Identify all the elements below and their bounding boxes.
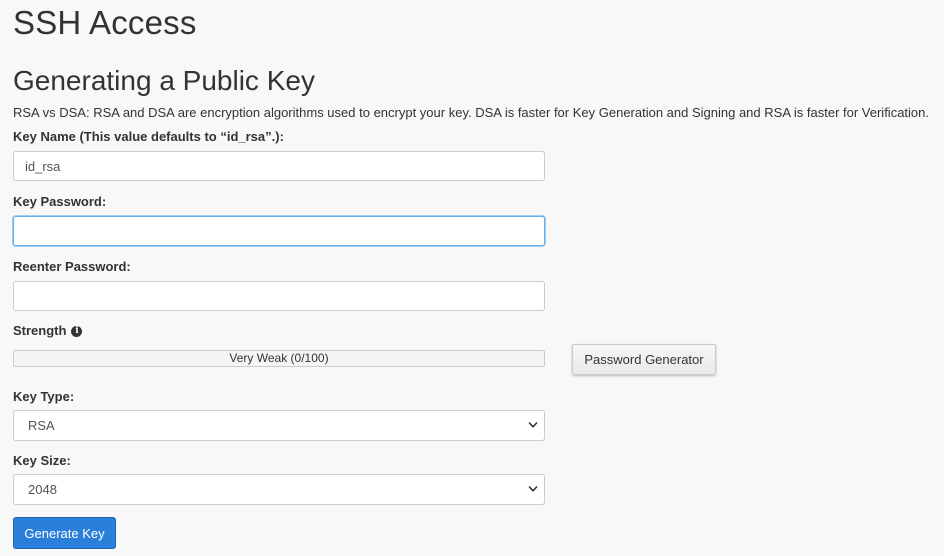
key-size-group: Key Size: 2048	[13, 452, 545, 505]
strength-group: Strength i Very Weak (0/100)	[13, 322, 545, 367]
reenter-password-label: Reenter Password:	[13, 259, 131, 274]
key-type-group: Key Type: RSA	[13, 388, 545, 441]
key-password-group: Key Password:	[13, 193, 545, 246]
key-password-input[interactable]	[13, 216, 545, 246]
strength-meter: Very Weak (0/100)	[13, 350, 545, 367]
key-name-label: Key Name (This value defaults to “id_rsa…	[13, 129, 284, 144]
key-size-label: Key Size:	[13, 453, 71, 468]
key-size-select[interactable]: 2048	[13, 474, 545, 505]
key-type-select[interactable]: RSA	[13, 410, 545, 441]
key-type-selected-value: RSA	[28, 418, 55, 433]
strength-meter-text: Very Weak (0/100)	[229, 351, 329, 365]
reenter-password-group: Reenter Password:	[13, 258, 545, 311]
generate-key-button[interactable]: Generate Key	[13, 517, 116, 549]
chevron-down-icon	[528, 486, 538, 492]
key-name-input[interactable]	[13, 151, 545, 181]
info-circle-icon[interactable]: i	[71, 325, 83, 337]
strength-label: Strength	[13, 323, 67, 338]
algorithm-description: RSA vs DSA: RSA and DSA are encryption a…	[13, 105, 929, 120]
ssh-access-page: SSH Access Generating a Public Key RSA v…	[0, 0, 944, 556]
page-title: SSH Access	[13, 4, 197, 41]
key-name-group: Key Name (This value defaults to “id_rsa…	[13, 128, 545, 181]
key-type-label: Key Type:	[13, 389, 75, 404]
chevron-down-icon	[528, 422, 538, 428]
password-generator-button[interactable]: Password Generator	[572, 344, 716, 375]
key-password-label: Key Password:	[13, 194, 107, 209]
section-title: Generating a Public Key	[13, 65, 315, 96]
reenter-password-input[interactable]	[13, 281, 545, 311]
key-size-selected-value: 2048	[28, 482, 57, 497]
